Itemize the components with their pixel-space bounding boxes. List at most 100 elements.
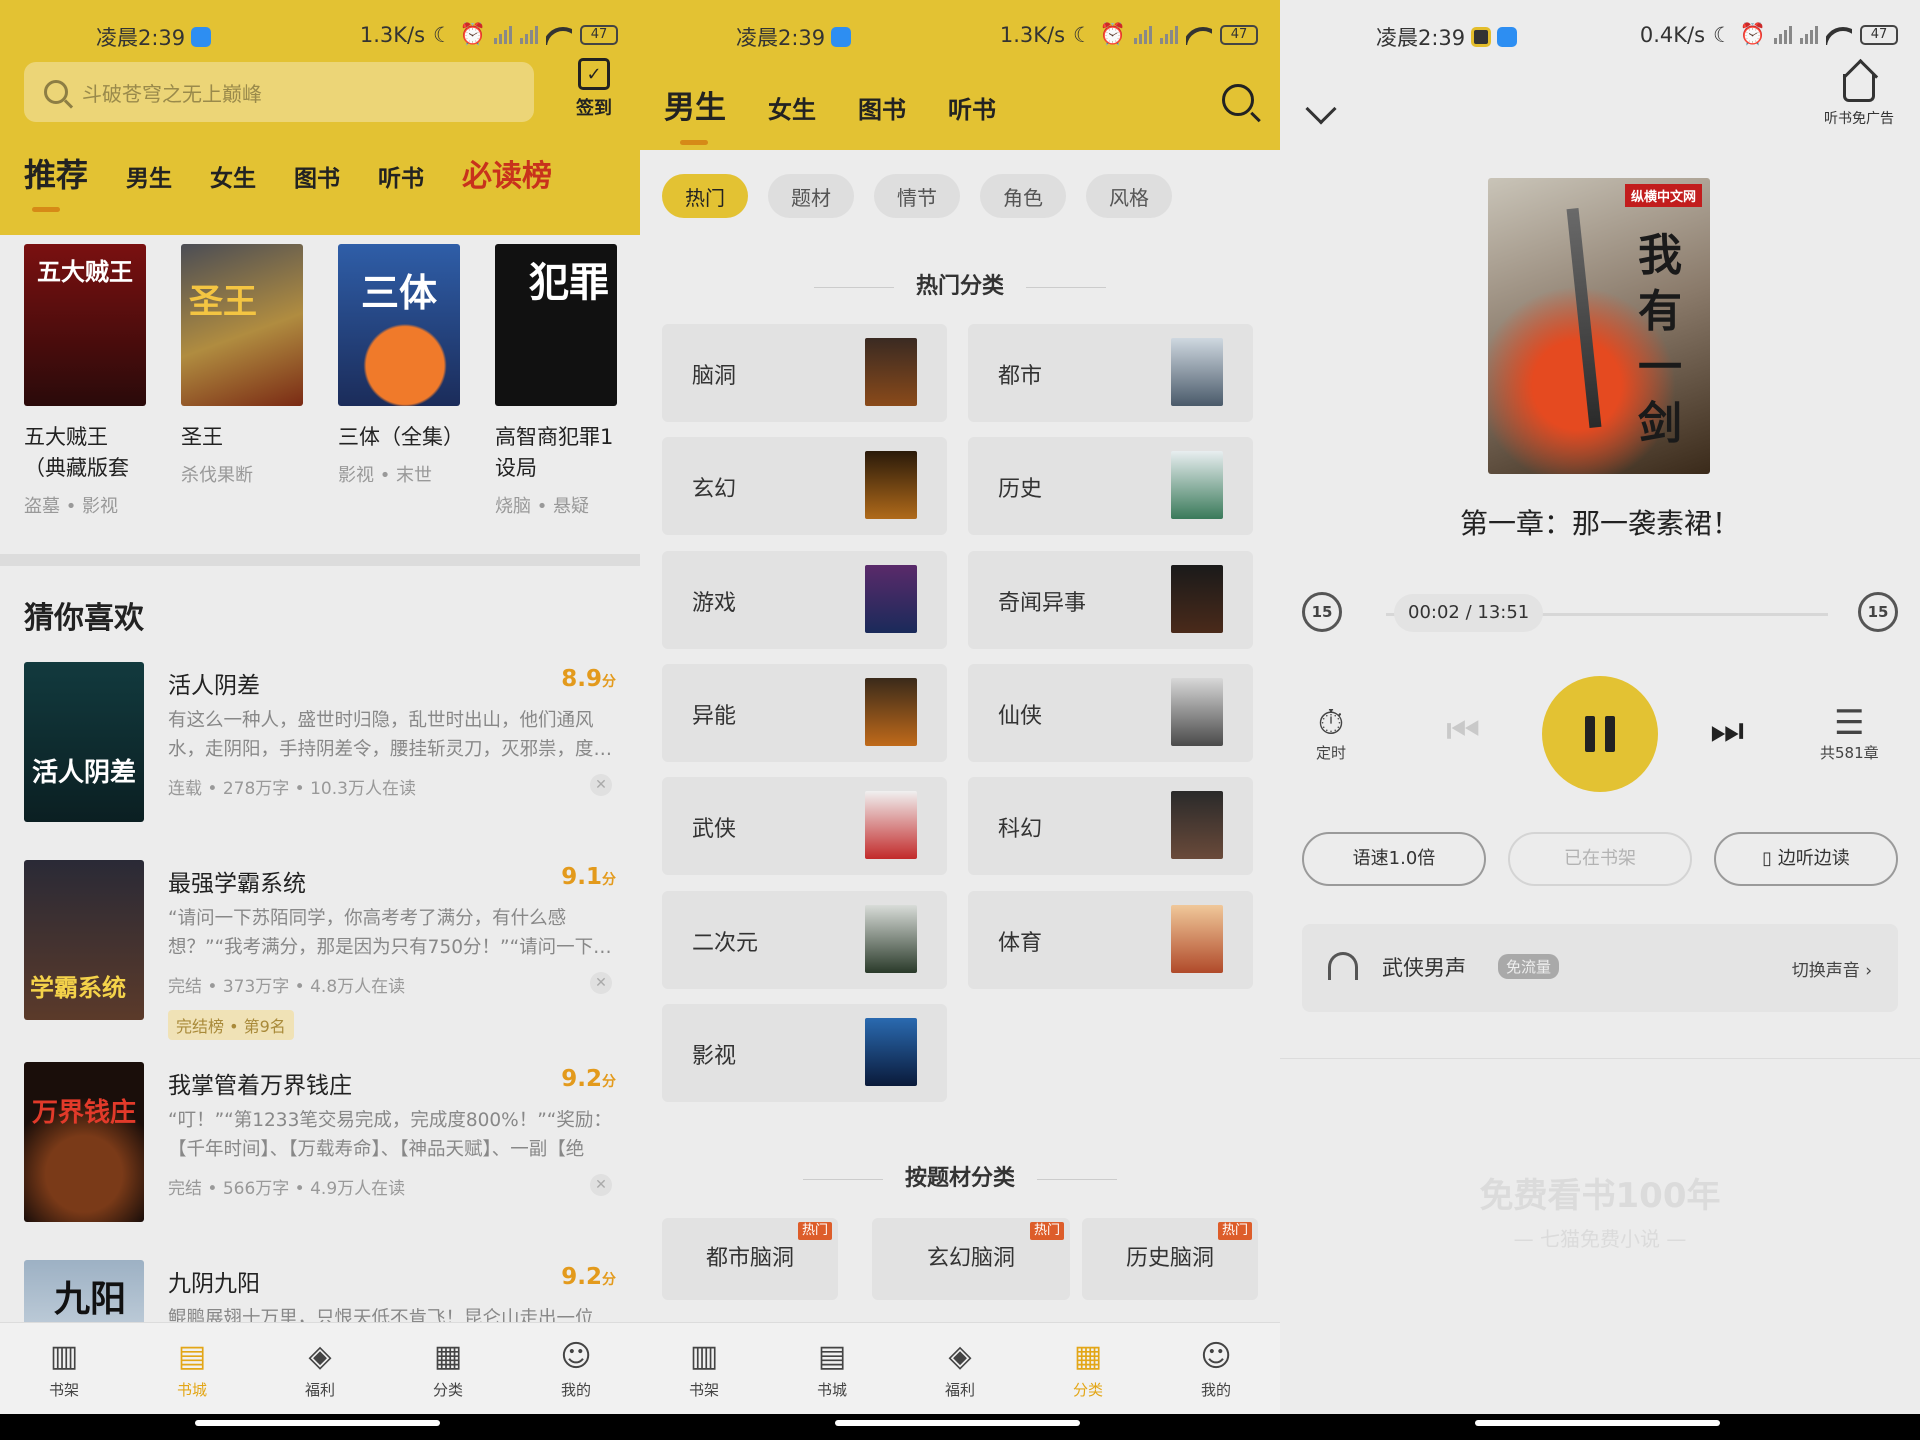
category-cover [1171,565,1223,633]
book-desc: “叮！”“第1233笔交易完成，完成度800%！”“奖励：【千年时间】、【万载寿… [168,1110,612,1160]
chevron-down-icon[interactable] [1305,93,1337,125]
category-cell[interactable]: 玄幻 [662,437,947,535]
nav-bookstore[interactable]: ▤ 书城 [152,1337,232,1400]
chapter-list-button[interactable]: ☰ 共581章 [1820,704,1879,763]
playback-controls: ⏱ 定时 ⏮ ⏭ ☰ 共581章 [1280,676,1920,796]
headphones-icon [1328,952,1358,980]
category-cell[interactable]: 体育 [968,891,1253,989]
category-cell[interactable]: 历史 [968,437,1253,535]
voice-selector[interactable]: 武侠男声 免流量 切换声音 › [1302,924,1898,1012]
chip-theme[interactable]: 题材 [768,174,854,218]
category-cell[interactable]: 都市 [968,324,1253,422]
next-icon[interactable]: ⏭ [1710,708,1744,753]
tab-female[interactable]: 女生 [768,90,816,125]
top-book-card[interactable]: 五大贼王 五大贼王（典藏版套 盗墓 • 影视 [24,244,146,518]
forward-15-icon[interactable]: 15 [1858,592,1898,632]
nav-bookstore[interactable]: ▤ 书城 [792,1337,872,1400]
net-speed: 1.3K/s [999,22,1066,47]
app-notification-icon [1471,27,1492,47]
time-label[interactable]: 00:02 / 13:51 [1394,594,1544,632]
category-cell[interactable]: 奇闻异事 [968,551,1253,649]
category-cell[interactable]: 科幻 [968,777,1253,875]
tab-male[interactable]: 男生 [126,159,172,193]
book-tags: 杀伐果断 [181,465,253,486]
tab-recommend[interactable]: 推荐 [24,150,88,212]
theme-cell[interactable]: 历史脑洞 热门 [1082,1218,1258,1300]
nav-welfare[interactable]: ◈ 福利 [920,1337,1000,1400]
rewind-15-icon[interactable]: 15 [1302,592,1342,632]
read-along-button[interactable]: ▯ 边听边读 [1714,832,1898,886]
chip-role[interactable]: 角色 [980,174,1066,218]
category-cover [1171,905,1223,973]
notification-icon [831,27,852,47]
speed-button[interactable]: 语速1.0倍 [1302,832,1486,886]
dismiss-icon[interactable]: ✕ [590,1174,612,1196]
book-title: 三体（全集） [338,425,464,449]
signal-icon-2 [520,25,538,44]
timer-button[interactable]: ⏱ 定时 [1316,704,1346,763]
nav-profile[interactable]: ☺ 我的 [1176,1337,1256,1400]
pause-button[interactable] [1542,676,1658,792]
book-open-icon: ▤ [817,1338,847,1374]
switch-voice-button[interactable]: 切换声音 › [1792,956,1872,981]
moon-icon: ☾ [433,22,452,47]
book-title: 我掌管着万界钱庄 [168,1073,352,1099]
shelf-button[interactable]: 已在书架 [1508,832,1692,886]
section-divider [0,554,640,566]
chip-plot[interactable]: 情节 [874,174,960,218]
no-ad-button[interactable]: 听书免广告 [1824,74,1894,128]
top-book-card[interactable]: 三体 三体（全集） 影视 • 末世 [338,244,464,487]
nav-profile[interactable]: ☺ 我的 [536,1337,616,1400]
notification-icon [191,27,212,47]
list-item[interactable]: 万界钱庄 我掌管着万界钱庄 9.2分 “叮！”“第1233笔交易完成，完成度80… [0,1062,640,1242]
category-cover [865,905,917,973]
list-item[interactable]: 九阳 九阴九阳 9.2分 鲲鹏展翅十万里，只恨天低不肯飞！昆仑山走出一位 [0,1260,640,1322]
top-book-card[interactable]: 圣王 圣王 杀伐果断 [181,244,303,487]
top-books-row: 五大贼王 五大贼王（典藏版套 盗墓 • 影视 圣王 圣王 杀伐果断 三体 三体（… [0,240,640,550]
book-meta: 连载 • 278万字 • 10.3万人在读 [168,779,416,799]
tab-male[interactable]: 男生 [664,82,726,145]
home-indicator [0,1414,640,1440]
book-desc: 有这么一种人，盛世时归隐，乱世时出山，他们通风水，走阴阳，手持阴差令，腰挂斩灵刀… [168,710,613,760]
book-title: 最强学霸系统 [168,871,306,897]
top-book-card[interactable]: 犯罪 高智商犯罪1设局 烧脑 • 悬疑 [495,244,617,518]
category-cell[interactable]: 影视 [662,1004,947,1102]
theme-cell[interactable]: 都市脑洞 热门 [662,1218,838,1300]
tab-female[interactable]: 女生 [210,159,256,193]
list-item[interactable]: 学霸系统 最强学霸系统 9.1分 “请问一下苏陌同学，你高考考了满分，有什么感想… [0,860,640,1040]
category-cell[interactable]: 脑洞 [662,324,947,422]
tab-audio[interactable]: 听书 [948,90,996,125]
nav-bookshelf[interactable]: ▥ 书架 [24,1337,104,1400]
category-cell[interactable]: 仙侠 [968,664,1253,762]
category-cell[interactable]: 游戏 [662,551,947,649]
dismiss-icon[interactable]: ✕ [590,972,612,994]
theme-cell[interactable]: 玄幻脑洞 热门 [872,1218,1070,1300]
nav-category[interactable]: ▦ 分类 [408,1337,488,1400]
chip-hot[interactable]: 热门 [662,174,748,218]
list-item[interactable]: 活人阴差 活人阴差 8.9分 有这么一种人，盛世时归隐，乱世时出山，他们通风水，… [0,662,640,842]
tab-books[interactable]: 图书 [858,90,906,125]
search-icon[interactable] [1222,84,1254,116]
tab-audio[interactable]: 听书 [378,159,424,193]
guess-section-title: 猜你喜欢 [24,601,144,636]
category-cell[interactable]: 异能 [662,664,947,762]
nav-bookshelf[interactable]: ▥ 书架 [664,1337,744,1400]
wifi-icon [1186,25,1212,45]
category-cell[interactable]: 武侠 [662,777,947,875]
previous-icon[interactable]: ⏮ [1446,708,1480,753]
home-indicator [640,1414,1280,1440]
nav-welfare[interactable]: ◈ 福利 [280,1337,360,1400]
tab-must-read[interactable]: 必读榜 [462,151,552,195]
status-bar: 凌晨2:39 1.3K/s ☾ ⏰ 47 [640,0,1280,76]
signin-button[interactable]: ✓ 签到 [572,58,616,120]
category-cell[interactable]: 二次元 [662,891,947,989]
nav-category[interactable]: ▦ 分类 [1048,1337,1128,1400]
tab-books[interactable]: 图书 [294,159,340,193]
signin-label: 签到 [576,98,612,119]
chip-style[interactable]: 风格 [1086,174,1172,218]
search-input[interactable]: 斗破苍穹之无上巅峰 [24,62,534,122]
dismiss-icon[interactable]: ✕ [590,774,612,796]
wifi-icon [546,25,572,45]
book-score: 9.2分 [561,1066,616,1092]
signal-icon [494,25,512,44]
